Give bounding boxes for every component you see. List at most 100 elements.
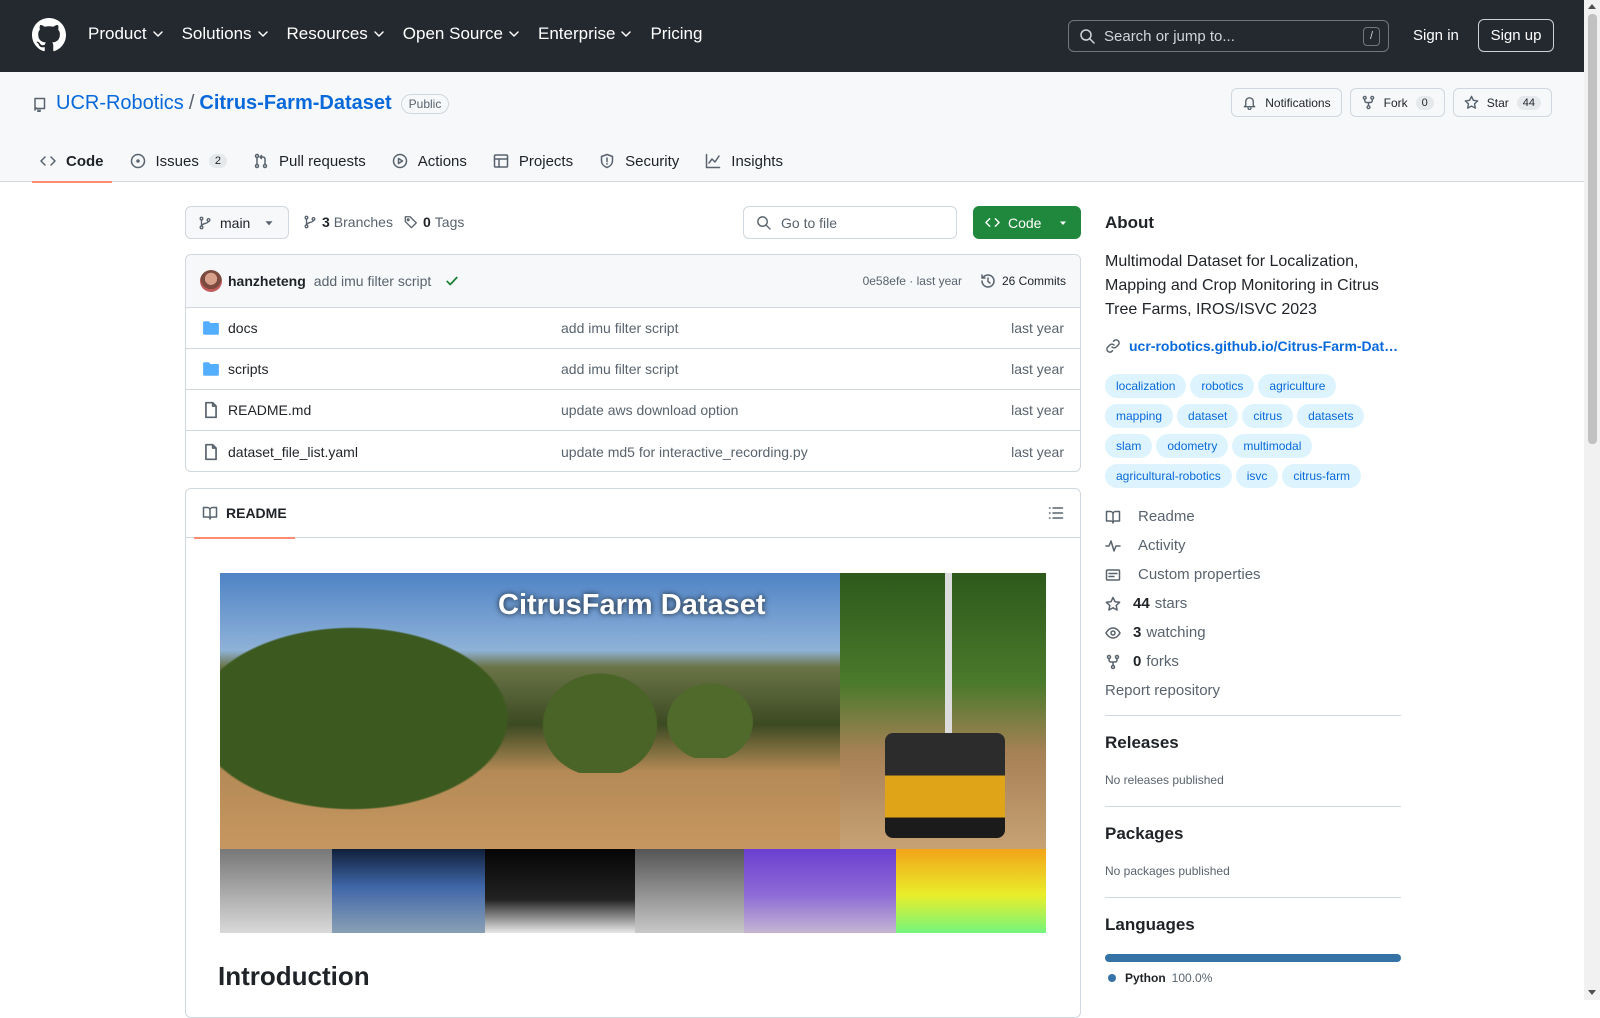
bell-icon: [1243, 97, 1256, 110]
tab-pull-requests[interactable]: Pull requests: [245, 140, 374, 182]
go-to-file-input[interactable]: Go to file: [743, 206, 957, 239]
chevron-down-icon: [374, 31, 384, 37]
tags-label: Tags: [434, 214, 465, 230]
github-logo-icon[interactable]: [32, 18, 66, 52]
repo-actions: Notifications Fork 0 Star 44: [1231, 88, 1552, 117]
star-label: Star: [1486, 95, 1509, 110]
branches-link[interactable]: 3 Branches: [303, 214, 393, 230]
repo-owner-link[interactable]: UCR-Robotics: [56, 92, 184, 115]
homepage-link[interactable]: ucr-robotics.github.io/Citrus-Farm-Dat…: [1105, 338, 1398, 354]
file-name[interactable]: scripts: [228, 361, 561, 377]
nav-pricing[interactable]: Pricing: [650, 24, 702, 44]
file-commit-message[interactable]: update md5 for interactive_recording.py: [561, 444, 1011, 460]
branch-name: main: [220, 214, 251, 231]
topic-tag[interactable]: citrus: [1242, 404, 1294, 428]
topic-tag[interactable]: mapping: [1105, 404, 1174, 428]
language-bar: [1105, 954, 1401, 962]
nav-solutions[interactable]: Solutions: [182, 24, 269, 44]
nav-product[interactable]: Product: [88, 24, 164, 44]
language-percent: 100.0%: [1171, 971, 1213, 985]
scrollbar-thumb[interactable]: [1588, 14, 1597, 444]
tab-actions[interactable]: Actions: [384, 140, 475, 182]
tab-security[interactable]: Security: [591, 140, 687, 182]
packages-heading[interactable]: Packages: [1105, 824, 1183, 844]
custom-properties-link[interactable]: Custom properties: [1105, 560, 1261, 589]
report-repository-link[interactable]: Report repository: [1105, 676, 1261, 705]
table-of-contents-icon[interactable]: [1048, 505, 1064, 521]
file-name[interactable]: dataset_file_list.yaml: [228, 444, 561, 460]
divider: [1105, 806, 1401, 807]
scroll-down-arrow[interactable]: [1588, 990, 1596, 995]
packages-empty-text: No packages published: [1105, 864, 1230, 878]
stars-link[interactable]: 44 stars: [1105, 589, 1261, 618]
file-row[interactable]: README.md update aws download option las…: [186, 390, 1080, 431]
stat-label: Custom properties: [1138, 566, 1261, 583]
file-name[interactable]: docs: [228, 320, 561, 336]
nav-resources[interactable]: Resources: [287, 24, 385, 44]
page-scrollbar[interactable]: [1584, 0, 1600, 1000]
file-commit-message[interactable]: add imu filter script: [561, 361, 1011, 377]
about-heading: About: [1105, 213, 1155, 232]
code-button[interactable]: Code: [973, 206, 1081, 239]
commits-history-link[interactable]: 26 Commits: [980, 273, 1066, 289]
tab-code[interactable]: Code: [32, 140, 112, 183]
topic-tag[interactable]: agricultural-robotics: [1105, 464, 1232, 488]
topic-tag[interactable]: robotics: [1190, 374, 1255, 398]
sensor-strip-ndvi: [896, 849, 1046, 933]
star-button[interactable]: Star 44: [1452, 88, 1552, 117]
file-row[interactable]: docs add imu filter script last year: [186, 308, 1080, 349]
topic-tag[interactable]: slam: [1105, 434, 1153, 458]
tab-projects[interactable]: Projects: [485, 140, 581, 182]
topic-tag[interactable]: agriculture: [1258, 374, 1337, 398]
commit-author[interactable]: hanzheteng: [228, 273, 306, 289]
topic-tag[interactable]: isvc: [1235, 464, 1279, 488]
readme-tab[interactable]: README: [194, 489, 295, 539]
commit-sha-time[interactable]: 0e58efe · last year: [863, 274, 962, 288]
topic-tag[interactable]: odometry: [1156, 434, 1229, 458]
about-stats: Readme Activity Custom properties 44 star…: [1105, 502, 1261, 705]
nav-label: Solutions: [181, 24, 252, 43]
search-input[interactable]: Search or jump to... /: [1068, 20, 1389, 52]
nav-open-source[interactable]: Open Source: [403, 24, 520, 44]
tab-insights[interactable]: Insights: [697, 140, 791, 182]
branch-selector[interactable]: main: [185, 206, 289, 239]
topic-tag[interactable]: localization: [1105, 374, 1187, 398]
scroll-up-arrow[interactable]: [1588, 4, 1596, 9]
language-python[interactable]: Python 100.0%: [1108, 971, 1212, 985]
notifications-button[interactable]: Notifications: [1231, 88, 1342, 117]
shield-icon: [600, 153, 614, 169]
topic-tag[interactable]: dataset: [1177, 404, 1239, 428]
topic-tag[interactable]: multimodal: [1232, 434, 1313, 458]
file-name[interactable]: README.md: [228, 402, 561, 418]
nav-label: Pricing: [650, 24, 703, 43]
topic-tag[interactable]: datasets: [1297, 404, 1365, 428]
avatar[interactable]: [200, 270, 222, 292]
fork-button[interactable]: Fork 0: [1349, 88, 1445, 117]
commit-message[interactable]: add imu filter script: [314, 273, 431, 289]
sign-up-button[interactable]: Sign up: [1478, 19, 1554, 52]
banner-title: CitrusFarm Dataset: [498, 589, 766, 621]
tags-link[interactable]: 0 Tags: [404, 214, 464, 230]
forks-link[interactable]: 0 forks: [1105, 647, 1261, 676]
activity-link[interactable]: Activity: [1105, 531, 1261, 560]
file-row[interactable]: dataset_file_list.yaml update md5 for in…: [186, 431, 1080, 472]
check-icon[interactable]: [445, 274, 459, 288]
repo-tabs: Code Issues 2 Pull requests Actions Proje…: [32, 140, 801, 183]
releases-heading[interactable]: Releases: [1105, 733, 1179, 753]
branch-icon: [199, 216, 211, 229]
file-commit-message[interactable]: add imu filter script: [561, 320, 1011, 336]
tab-label: Code: [66, 152, 104, 170]
file-row[interactable]: scripts add imu filter script last year: [186, 349, 1080, 390]
watchers-link[interactable]: 3 watching: [1105, 618, 1261, 647]
repo-name-link[interactable]: Citrus-Farm-Dataset: [199, 92, 391, 115]
sign-in-link[interactable]: Sign in: [1413, 27, 1459, 44]
go-to-file-placeholder: Go to file: [781, 214, 838, 231]
chevron-down-icon: [257, 31, 268, 37]
play-icon: [392, 153, 407, 169]
about-description: Multimodal Dataset for Localization, Map…: [1105, 253, 1379, 318]
topic-tag[interactable]: citrus-farm: [1282, 464, 1362, 488]
tab-issues[interactable]: Issues 2: [122, 140, 235, 182]
nav-enterprise[interactable]: Enterprise: [538, 24, 632, 44]
file-commit-message[interactable]: update aws download option: [561, 402, 1011, 418]
readme-link[interactable]: Readme: [1105, 502, 1261, 531]
